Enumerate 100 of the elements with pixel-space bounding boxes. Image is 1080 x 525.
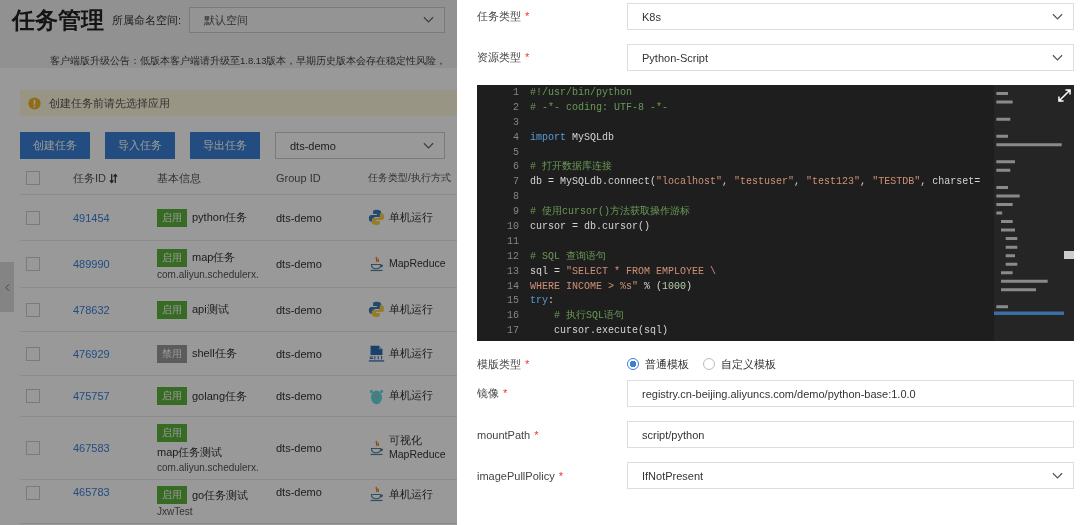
status-badge: 启用 — [157, 248, 187, 267]
upgrade-notice: 客户端版升级公告：低版本客户端请升级至1.8.13版本，早期历史版本会存在稳定性风险， — [50, 55, 447, 68]
code-line: # 打开数据库连接 — [530, 161, 612, 173]
run-mode: 单机运行 — [389, 487, 433, 502]
warning-icon — [28, 96, 41, 110]
gopher-icon — [368, 387, 385, 405]
run-mode: 单机运行 — [389, 389, 433, 403]
group-id: dts-demo — [276, 211, 322, 224]
task-name: python任务 — [192, 210, 248, 225]
toolbar-button[interactable]: 创建任务 — [20, 132, 90, 159]
alert-text: 创建任务前请先选择应用 — [49, 95, 170, 111]
group-id: dts-demo — [276, 303, 322, 316]
input-field[interactable]: script/python — [627, 421, 1074, 448]
checkbox[interactable] — [26, 346, 40, 361]
chevron-down-icon — [1052, 53, 1063, 62]
radio-label[interactable]: 普通模板 — [645, 356, 689, 372]
code-line: # 执行SQL语句 — [554, 310, 624, 322]
task-id-link[interactable]: 475757 — [73, 390, 110, 402]
toolbar-button[interactable]: 导入任务 — [105, 132, 175, 159]
field-label: 资源类型 — [477, 51, 521, 63]
radio-button[interactable] — [703, 358, 715, 370]
checkbox[interactable] — [26, 210, 40, 225]
task-name: api测试 — [192, 302, 229, 317]
select-field[interactable]: Python-Script — [627, 44, 1074, 71]
task-id-link[interactable]: 489990 — [73, 258, 110, 270]
status-badge: 启用 — [157, 486, 187, 504]
line-number: 9 — [513, 205, 519, 220]
task-class: JxwTest — [157, 506, 193, 517]
task-id-link[interactable]: 491454 — [73, 211, 110, 224]
task-class: com.aliyun.schedulerx. — [157, 461, 259, 473]
line-number: 6 — [513, 160, 519, 175]
chevron-down-icon — [1052, 12, 1063, 21]
status-badge: 启用 — [157, 423, 187, 442]
code-line: # SQL 查询语句 — [530, 250, 606, 262]
line-number: 14 — [507, 279, 519, 294]
coffee-cup-icon — [368, 255, 385, 273]
line-number: 13 — [507, 264, 519, 279]
code-line: # 使用cursor()方法获取操作游标 — [530, 206, 690, 218]
status-badge: 启用 — [157, 300, 187, 319]
select-field[interactable]: IfNotPresent — [627, 462, 1074, 489]
task-name: shell任务 — [192, 346, 237, 361]
checkbox[interactable] — [26, 302, 40, 317]
radio-button[interactable] — [627, 358, 639, 370]
shell-file-icon — [368, 345, 385, 362]
line-number: 1 — [513, 86, 519, 100]
task-id-link[interactable]: 465783 — [73, 486, 110, 498]
input-field[interactable]: registry.cn-beijing.aliyuncs.com/demo/python-base:1.0.0 — [627, 380, 1074, 407]
required-mark: * — [525, 357, 530, 370]
code-line: import MySQLdb — [530, 131, 615, 143]
code-line: #!/usr/bin/python — [530, 87, 633, 98]
status-badge: 启用 — [157, 208, 187, 227]
namespace-select[interactable]: 默认空间 — [189, 7, 446, 33]
required-mark: * — [525, 10, 530, 22]
checkbox[interactable] — [26, 389, 40, 403]
column-header: 任务ID — [73, 170, 106, 186]
line-number: 5 — [513, 145, 519, 160]
task-id-link[interactable]: 476929 — [73, 347, 110, 360]
group-id: dts-demo — [276, 390, 322, 402]
line-number: 3 — [513, 115, 519, 130]
field-label: 镜像 — [477, 387, 499, 399]
line-number: 11 — [507, 234, 519, 249]
code-line: WHERE INCOME > %s" % (1000) — [530, 280, 693, 292]
line-number: 10 — [507, 220, 519, 234]
line-number: 12 — [507, 249, 519, 264]
task-id-link[interactable]: 478632 — [73, 303, 110, 316]
group-id: dts-demo — [276, 258, 322, 270]
task-name: golang任务 — [192, 388, 248, 404]
task-id-link[interactable]: 467583 — [73, 442, 110, 454]
toolbar-button[interactable]: 导出任务 — [190, 132, 260, 159]
group-id: dts-demo — [276, 347, 322, 360]
python-logo-icon — [368, 301, 385, 318]
radio-label[interactable]: 自定义模板 — [721, 356, 776, 372]
field-label: imagePullPolicy — [477, 469, 555, 482]
line-number: 7 — [513, 175, 519, 190]
column-header: 基本信息 — [157, 171, 201, 184]
line-number: 15 — [507, 294, 519, 309]
group-id: dts-demo — [276, 486, 322, 498]
scrollbar[interactable] — [1064, 85, 1074, 341]
sort-icon[interactable] — [109, 172, 118, 184]
collapse-handle[interactable] — [0, 262, 14, 312]
scrollbar-thumb[interactable] — [1064, 251, 1074, 259]
code-editor[interactable] — [477, 85, 1074, 341]
select-field[interactable]: K8s — [627, 3, 1074, 30]
checkbox[interactable] — [26, 441, 40, 455]
chevron-left-icon — [4, 282, 10, 292]
required-mark: * — [558, 469, 563, 482]
task-name: go任务测试 — [192, 487, 249, 503]
expand-icon[interactable] — [1058, 89, 1071, 102]
run-mode: 单机运行 — [389, 210, 433, 225]
field-label: 模版类型 — [477, 357, 521, 370]
app-select[interactable]: dts-demo — [275, 132, 445, 159]
checkbox[interactable] — [26, 171, 40, 185]
task-name: map任务 — [192, 250, 236, 265]
run-mode: 单机运行 — [389, 302, 433, 317]
checkbox[interactable] — [26, 257, 40, 271]
code-line: db = MySQLdb.connect("localhost", "testuser", "test123", "TESTDB", charset= — [530, 176, 981, 188]
page-title: 任务管理 — [12, 5, 104, 35]
run-mode: MapReduce — [389, 257, 446, 271]
code-line: cursor.execute(sql) — [554, 325, 669, 337]
checkbox[interactable] — [26, 486, 40, 500]
